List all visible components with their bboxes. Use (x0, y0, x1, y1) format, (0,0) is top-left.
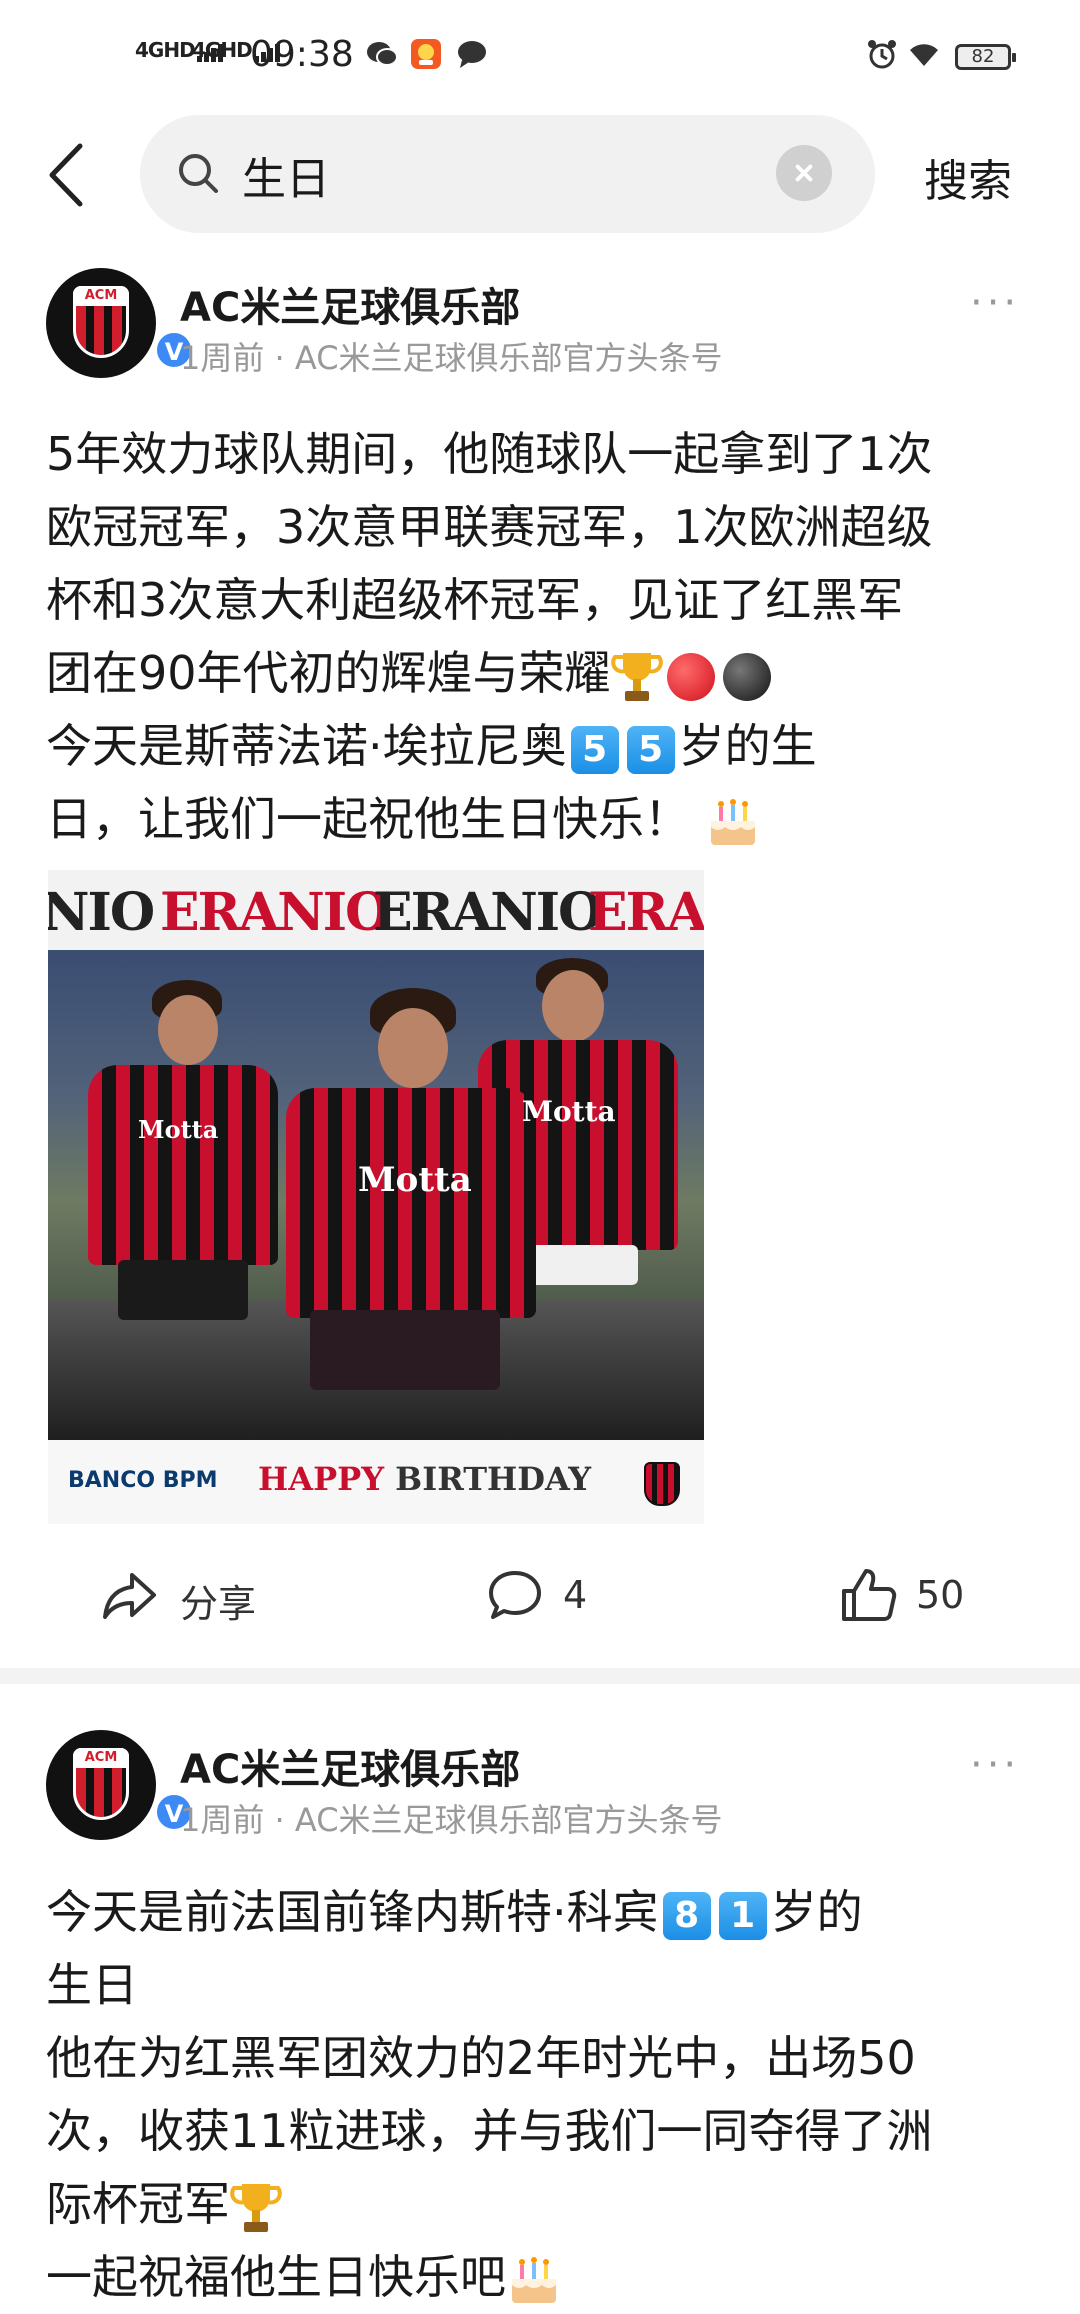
signal-label: 4GHD (135, 38, 196, 62)
like-button[interactable]: 50 (838, 1565, 988, 1625)
sponsor-logo: BANCO BPM (68, 1468, 218, 1493)
club-crest-icon (644, 1462, 680, 1506)
avatar[interactable]: ACM V (46, 1730, 194, 1840)
avatar[interactable]: ACM V (46, 268, 194, 378)
battery-indicator: 82 (955, 44, 1016, 70)
search-input[interactable] (240, 139, 764, 211)
app-notification-icon (411, 39, 441, 69)
trophy-icon (610, 652, 663, 701)
back-arrow-icon[interactable] (44, 140, 94, 210)
more-options-icon[interactable]: ··· (970, 1742, 1020, 1788)
post-image[interactable]: NIO ERANIO ERANIO ERA Motta Motta Motta … (48, 870, 704, 1524)
post-text[interactable]: 今天是前法国前锋内斯特·科宾 8 1 岁的 生日 他在为红黑军团效力的2年时光中，出场… (46, 1876, 1036, 2314)
post-meta: 1周前 · AC米兰足球俱乐部官方头条号 (180, 1801, 723, 1839)
keycap-digit-icon: 1 (718, 1891, 767, 1940)
image-name-banner: NIO ERANIO ERANIO ERA (48, 870, 704, 962)
keycap-digit-icon: 5 (570, 725, 619, 774)
clock: 09:38 (250, 34, 354, 75)
post-text[interactable]: 5年效力球队期间，他随球队一起拿到了1次 欧冠冠军，3次意甲联赛冠军，1次欧洲超… (46, 418, 1036, 856)
search-bar[interactable] (140, 115, 875, 233)
comment-button[interactable]: 4 (485, 1565, 635, 1625)
trophy-icon (230, 2183, 282, 2232)
message-icon (458, 41, 486, 68)
post-meta: 1周前 · AC米兰足球俱乐部官方头条号 (180, 339, 723, 377)
signal-label: 4GHD (192, 38, 253, 62)
thumbs-up-icon (842, 1569, 897, 1621)
clear-search-button[interactable] (776, 145, 832, 201)
player-left (88, 1065, 278, 1265)
share-icon (103, 1573, 156, 1619)
search-icon (179, 154, 218, 193)
happy-birthday-caption: HAPPY BIRTHDAY (258, 1460, 592, 1498)
wechat-icon (367, 42, 398, 66)
wifi-icon (910, 44, 938, 66)
player-center (286, 1088, 536, 1318)
status-bar: 4GHD 4GHD 09:38 82 (0, 0, 1080, 100)
black-circle-icon (722, 652, 771, 701)
search-button[interactable]: 搜索 (924, 145, 1012, 209)
post-author[interactable]: AC米兰足球俱乐部 (180, 1737, 520, 1795)
keycap-digit-icon: 8 (662, 1891, 711, 1940)
birthday-cake-icon (512, 2256, 556, 2303)
image-footer: BANCO BPM HAPPY BIRTHDAY (48, 1440, 704, 1524)
post-divider (0, 1668, 1080, 1684)
share-button[interactable]: 分享 (100, 1565, 300, 1626)
red-circle-icon (666, 652, 715, 701)
comment-icon (489, 1571, 541, 1619)
birthday-cake-icon (710, 798, 755, 845)
keycap-digit-icon: 5 (626, 725, 675, 774)
post-author[interactable]: AC米兰足球俱乐部 (180, 275, 520, 333)
alarm-icon (868, 40, 896, 69)
more-options-icon[interactable]: ··· (970, 280, 1020, 326)
shirt-sponsor-text: Motta (358, 1160, 472, 1200)
